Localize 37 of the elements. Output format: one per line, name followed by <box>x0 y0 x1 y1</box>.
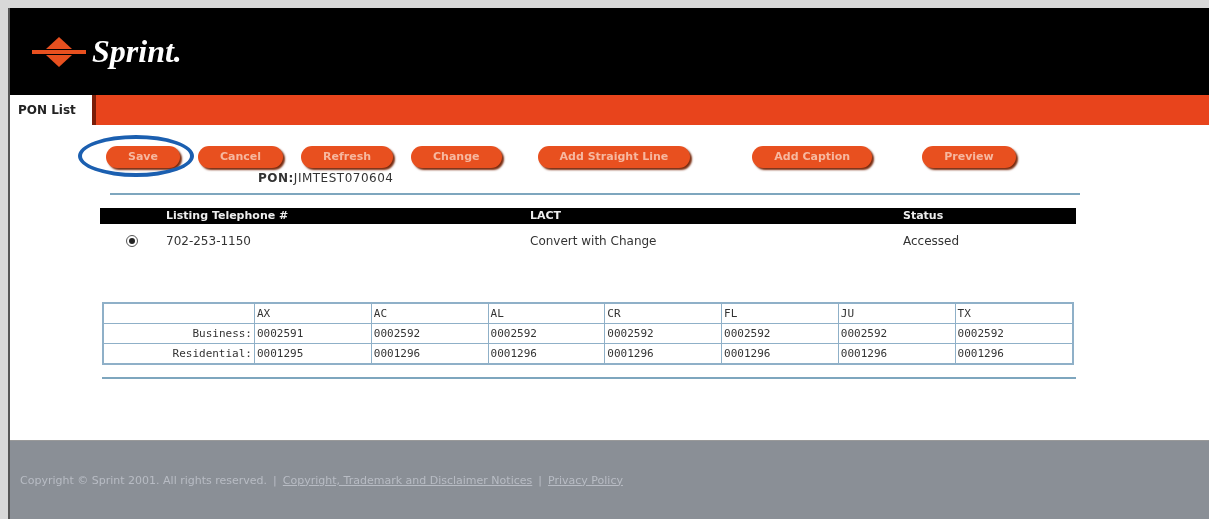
action-button[interactable]: Preview <box>922 145 1016 168</box>
table-cell: 0002592 <box>488 323 605 343</box>
diamond-logo-icon <box>32 36 86 67</box>
brand-name: Sprint. <box>92 33 182 70</box>
pon-text: PON:JIMTEST070604 <box>258 170 395 185</box>
table-cell: 0001295 <box>254 343 372 364</box>
column-header: FL <box>721 302 839 323</box>
table-cell: 0002592 <box>371 323 489 343</box>
column-header: AC <box>371 302 489 323</box>
table-cell-text: Accessed <box>903 233 961 248</box>
column-header: AX <box>254 302 372 323</box>
table-cell: 0001296 <box>721 343 839 364</box>
action-button[interactable]: Save <box>106 145 180 168</box>
table-cell: 0002592 <box>604 323 722 343</box>
column-header: LACT <box>530 209 563 222</box>
table-cell: 0001296 <box>488 343 605 364</box>
table-cell: 0001296 <box>838 343 956 364</box>
action-button[interactable]: Refresh <box>301 145 394 168</box>
separator-text: | <box>273 473 277 487</box>
table-cell: 0002591 <box>254 323 372 343</box>
tab[interactable]: PON List <box>10 95 96 125</box>
column-header: CR <box>604 302 722 323</box>
column-header: Status <box>903 209 945 222</box>
table-cell: 0002592 <box>838 323 956 343</box>
column-header: JU <box>838 302 956 323</box>
separator-text: | <box>538 473 542 487</box>
action-button[interactable]: Change <box>411 145 502 168</box>
column-header: Listing Telephone # <box>166 209 290 222</box>
column-header: AL <box>488 302 605 323</box>
action-button[interactable]: Cancel <box>198 145 284 168</box>
action-button[interactable]: Add Straight Line <box>537 145 691 168</box>
table-cell: 0002592 <box>721 323 839 343</box>
table-cell-text: Convert with Change <box>530 233 658 248</box>
table-cell-text: 702-253-1150 <box>166 233 252 248</box>
row-header: Business: <box>103 323 255 343</box>
table-cell: 0001296 <box>371 343 489 364</box>
action-button[interactable]: Add Caption <box>752 145 873 168</box>
